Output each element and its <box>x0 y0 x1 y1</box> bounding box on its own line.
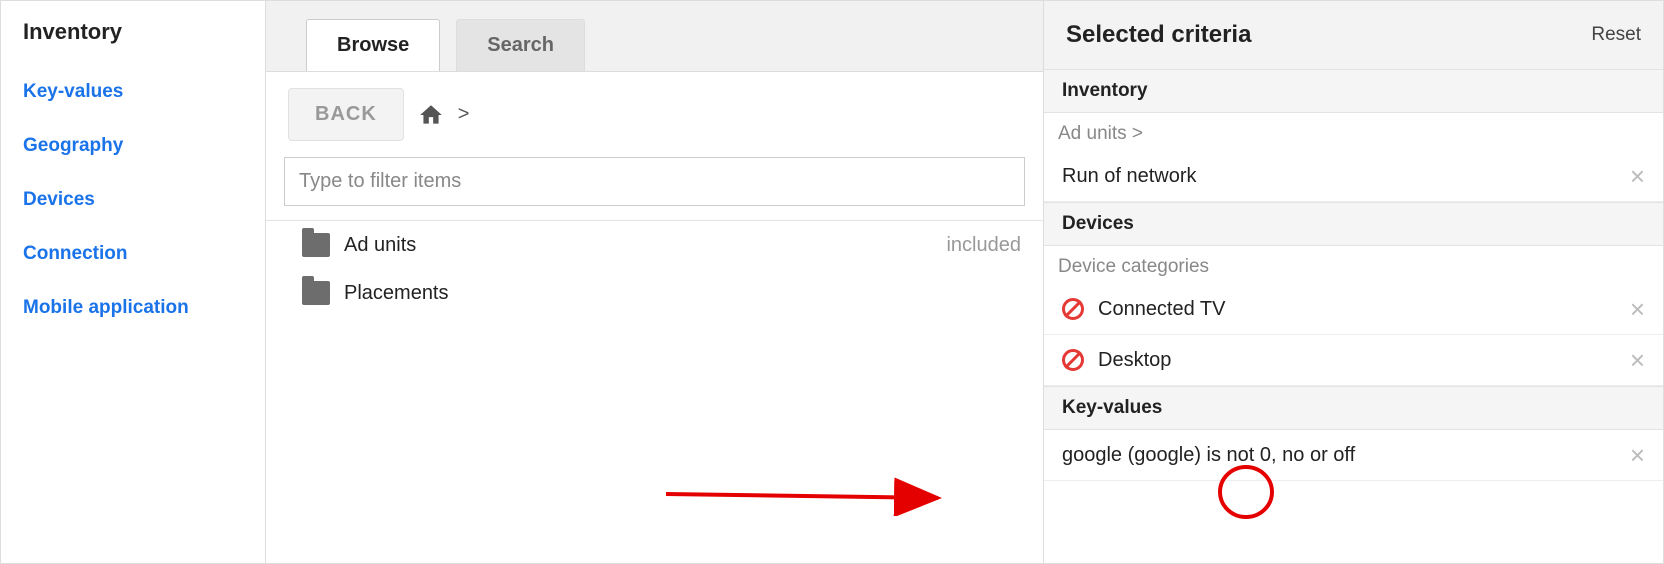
prohibit-icon <box>1062 349 1084 371</box>
sidebar-item-devices[interactable]: Devices <box>1 173 265 227</box>
section-header-inventory: Inventory <box>1044 70 1663 113</box>
section-header-devices: Devices <box>1044 202 1663 246</box>
section-header-key-values: Key-values <box>1044 386 1663 430</box>
criteria-row-connected-tv: Connected TV × <box>1044 284 1663 335</box>
criteria-row-run-of-network: Run of network × <box>1044 151 1663 202</box>
sidebar-item-mobile-application[interactable]: Mobile application <box>1 281 265 335</box>
sidebar-item-connection[interactable]: Connection <box>1 227 265 281</box>
criteria-label: google (google) is not 0, no or off <box>1062 444 1355 467</box>
prohibit-icon <box>1062 298 1084 320</box>
nav-row: BACK > <box>266 72 1043 149</box>
browse-panel: Browse Search BACK > Ad units <box>266 1 1043 563</box>
folder-icon <box>302 281 330 305</box>
filter-input[interactable] <box>284 157 1025 206</box>
included-label: included <box>946 234 1021 257</box>
sidebar-item-geography[interactable]: Geography <box>1 119 265 173</box>
remove-icon[interactable]: × <box>1630 347 1645 373</box>
list-row-placements[interactable]: Placements <box>266 269 1043 317</box>
criteria-row-desktop: Desktop × <box>1044 335 1663 386</box>
criteria-label: Run of network <box>1062 165 1197 188</box>
selected-criteria-title: Selected criteria <box>1066 21 1251 49</box>
folder-icon <box>302 233 330 257</box>
home-icon[interactable] <box>418 102 444 128</box>
remove-icon[interactable]: × <box>1630 163 1645 189</box>
breadcrumb-separator: > <box>458 103 470 126</box>
section-sub-inventory: Ad units > <box>1044 113 1663 151</box>
back-button[interactable]: BACK <box>288 88 404 141</box>
list-item-label: Ad units <box>344 234 416 257</box>
tabs: Browse Search <box>266 1 1043 71</box>
criteria-label: Desktop <box>1098 349 1171 372</box>
section-sub-devices: Device categories <box>1044 246 1663 284</box>
sidebar: Inventory Key-values Geography Devices C… <box>1 1 266 563</box>
list-item-label: Placements <box>344 282 449 305</box>
list-row-ad-units[interactable]: Ad units included <box>266 221 1043 269</box>
remove-icon[interactable]: × <box>1630 296 1645 322</box>
selected-criteria-panel: Selected criteria Reset Inventory Ad uni… <box>1043 1 1663 563</box>
sidebar-item-key-values[interactable]: Key-values <box>1 65 265 119</box>
criteria-row-google-key-value: google (google) is not 0, no or off × <box>1044 430 1663 481</box>
remove-icon[interactable]: × <box>1630 442 1645 468</box>
tab-search[interactable]: Search <box>456 19 585 71</box>
criteria-label: Connected TV <box>1098 298 1226 321</box>
reset-button[interactable]: Reset <box>1591 24 1641 46</box>
sidebar-header: Inventory <box>1 19 265 65</box>
tab-browse[interactable]: Browse <box>306 19 440 71</box>
